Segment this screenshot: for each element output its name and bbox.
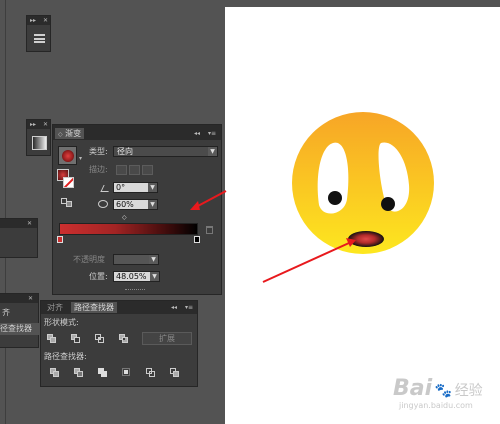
gradient-midpoint-icon[interactable]: ◇: [122, 215, 127, 221]
merge-icon[interactable]: [98, 368, 109, 378]
emoji-right-pupil: [381, 197, 395, 211]
left-bottom-header: ✕: [0, 294, 38, 303]
collapse-arrows-icon[interactable]: ◂◂: [194, 131, 200, 137]
close-icon[interactable]: ✕: [28, 296, 33, 302]
unite-icon[interactable]: [47, 334, 58, 344]
angle-dropdown[interactable]: ▼: [148, 182, 158, 193]
watermark: Bai 🐾 经验 jingyan.baidu.com: [393, 376, 483, 410]
minus-back-icon[interactable]: [170, 368, 181, 378]
panel-menu-icon[interactable]: ▾≡: [185, 305, 193, 311]
watermark-suffix: 经验: [454, 383, 483, 399]
stroke-label: 描边:: [89, 165, 108, 174]
chevron-down-icon: ▼: [149, 255, 158, 264]
intersect-icon[interactable]: [95, 334, 106, 344]
collapsed-panel-gradient[interactable]: ▸▸ ✕: [26, 119, 51, 156]
watermark-url: jingyan.baidu.com: [399, 401, 473, 410]
aspect-ratio-input[interactable]: 60%: [113, 199, 149, 210]
collapsed-panel-menu[interactable]: ▸▸ ✕: [26, 15, 51, 52]
stroke-option-2-icon[interactable]: [129, 165, 140, 175]
collapsed-panel-header: ▸▸ ✕: [27, 16, 50, 25]
pathfinder-tab-bar: 对齐 路径查找器 ◂◂ ▾≡: [41, 301, 197, 314]
left-partial-header: ✕: [0, 219, 37, 228]
close-icon[interactable]: ✕: [43, 122, 48, 128]
opacity-label: 不透明度: [73, 255, 105, 264]
gradient-slider-bar[interactable]: [59, 223, 198, 235]
left-bottom-partial-panel: ✕ 齐 径查找器: [0, 293, 39, 348]
gradient-swatch-icon[interactable]: [32, 136, 47, 150]
emoji-artwork[interactable]: [225, 7, 500, 424]
collapsed-gradient-header: ▸▸ ✕: [27, 120, 50, 129]
watermark-brand: Bai: [393, 376, 433, 401]
reverse-gradient-icon[interactable]: [61, 197, 73, 208]
tab-align[interactable]: 对齐: [44, 302, 66, 313]
aspect-ratio-icon: [98, 200, 108, 208]
emoji-mouth: [348, 231, 384, 247]
panel-resize-grip[interactable]: [125, 289, 145, 291]
tab-pathfinder[interactable]: 路径查找器: [71, 302, 117, 313]
collapse-arrows-icon[interactable]: ◂◂: [171, 305, 177, 311]
position-dropdown[interactable]: ▼: [150, 271, 160, 282]
stroke-option-3-icon[interactable]: [142, 165, 153, 175]
exclude-icon[interactable]: [119, 334, 130, 344]
gradient-panel: ◇ 渐变 ◂◂ ▾≡ ▾ 类型: 径向 ▼ 描边: 0° ▼ 60% ▼ ◇ 不…: [52, 124, 222, 295]
opacity-dropdown[interactable]: ▼: [113, 254, 159, 265]
trash-icon[interactable]: [206, 226, 213, 234]
chevron-down-icon: ▼: [208, 147, 217, 156]
close-icon[interactable]: ✕: [43, 18, 48, 24]
workspace-edge: [5, 0, 6, 424]
left-partial-panel: ✕: [0, 218, 38, 258]
menu-lines-icon[interactable]: [34, 34, 45, 43]
artboard-canvas[interactable]: Bai 🐾 经验 jingyan.baidu.com: [225, 7, 500, 424]
tab-diamond-icon: ◇: [58, 131, 63, 138]
minus-front-icon[interactable]: [71, 334, 82, 344]
swatch-dropdown-icon[interactable]: ▾: [79, 156, 82, 162]
angle-icon: [100, 185, 112, 192]
tab-gradient[interactable]: ◇ 渐变: [55, 128, 85, 139]
outline-icon[interactable]: [146, 368, 157, 378]
aspect-ratio-dropdown[interactable]: ▼: [148, 199, 158, 210]
gradient-stop-black[interactable]: [194, 236, 200, 243]
pathfinders-label: 路径查找器:: [44, 352, 87, 361]
partial-item-pathfinder-tab[interactable]: 径查找器: [0, 323, 39, 335]
shape-modes-label: 形状模式:: [44, 318, 79, 327]
expand-button[interactable]: 扩展: [142, 332, 192, 345]
chevron-down-icon: ▼: [150, 272, 159, 281]
watermark-paw-icon: 🐾: [434, 383, 453, 399]
stroke-option-1-icon[interactable]: [116, 165, 127, 175]
trim-icon[interactable]: [74, 368, 85, 378]
chevron-down-icon: ▼: [148, 183, 157, 192]
position-input[interactable]: 48.05%: [113, 271, 151, 282]
panel-menu-icon[interactable]: ▾≡: [208, 131, 216, 137]
gradient-preview-swatch[interactable]: [58, 146, 77, 165]
collapse-arrows-icon[interactable]: ▸▸: [30, 122, 36, 128]
type-label: 类型:: [89, 147, 108, 156]
collapse-arrows-icon[interactable]: ▸▸: [30, 18, 36, 24]
crop-icon[interactable]: [122, 368, 133, 378]
angle-input[interactable]: 0°: [113, 182, 149, 193]
divide-icon[interactable]: [50, 368, 61, 378]
close-icon[interactable]: ✕: [27, 221, 32, 227]
emoji-left-pupil: [328, 191, 342, 205]
stroke-none-swatch[interactable]: [63, 177, 74, 188]
position-label: 位置:: [89, 272, 108, 281]
chevron-down-icon: ▼: [148, 200, 157, 209]
pathfinder-panel: 对齐 路径查找器 ◂◂ ▾≡ 形状模式: 扩展 路径查找器:: [40, 300, 198, 387]
type-dropdown[interactable]: 径向 ▼: [113, 146, 218, 157]
partial-item-align[interactable]: 齐: [2, 308, 10, 318]
gradient-stop-red[interactable]: [57, 236, 63, 243]
gradient-tab-bar: ◇ 渐变 ◂◂ ▾≡: [53, 128, 221, 140]
